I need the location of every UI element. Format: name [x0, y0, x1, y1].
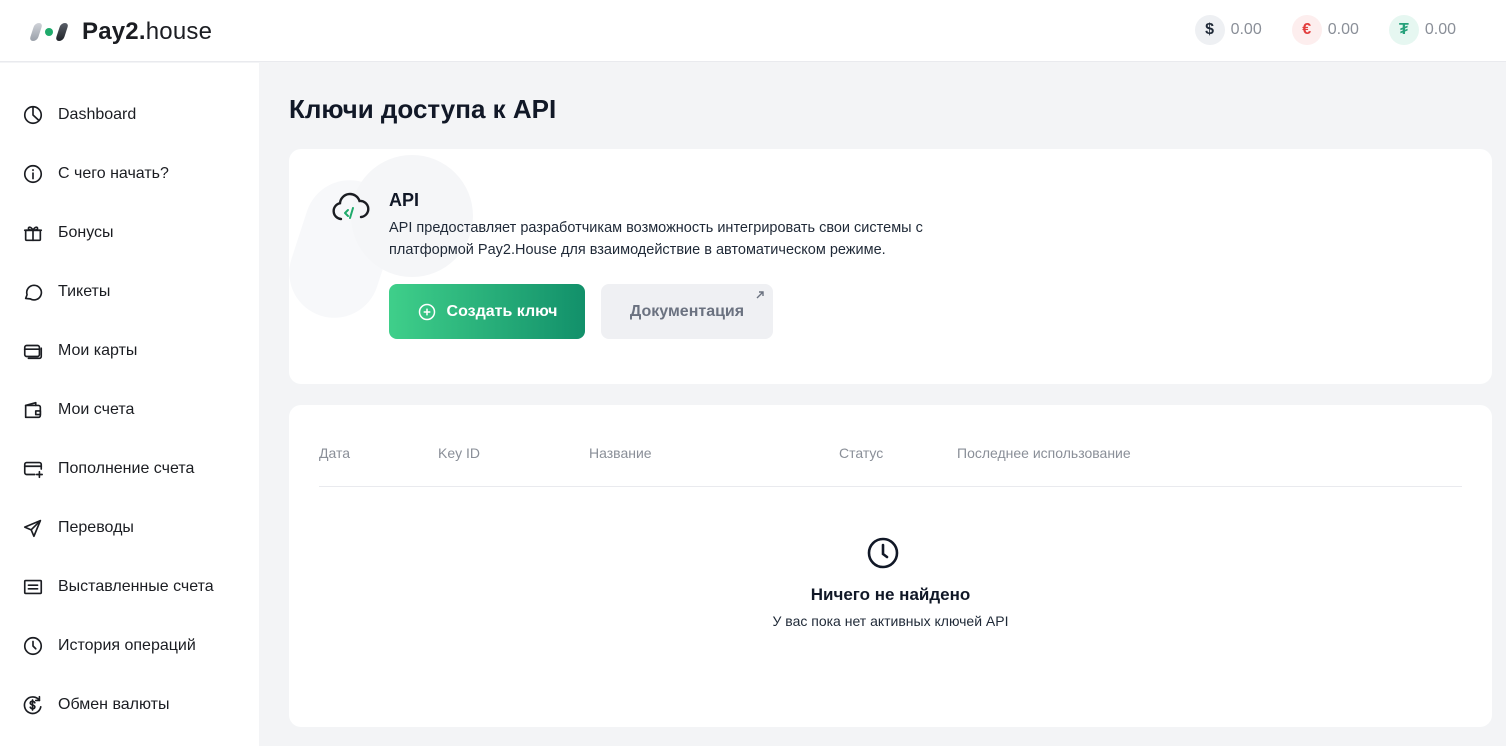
cards-icon — [23, 344, 43, 360]
clock-icon — [867, 537, 899, 569]
info-icon — [23, 164, 43, 184]
create-key-label: Создать ключ — [446, 302, 558, 320]
sidebar-item-label: Мои карты — [58, 342, 138, 359]
sidebar-item-label: Мои счета — [58, 401, 135, 418]
gift-icon — [23, 226, 43, 242]
clock-icon — [23, 636, 43, 656]
sidebar-item-label: Переводы — [58, 519, 134, 536]
balance-usd[interactable]: $ 0.00 — [1194, 15, 1262, 45]
balance-value: 0.00 — [1230, 21, 1262, 38]
page-title: Ключи доступа к API — [289, 94, 557, 124]
api-keys-table: Дата Key ID Название Статус Последнее ис… — [289, 405, 1492, 727]
sidebar-item-label: С чего начать? — [58, 165, 169, 182]
cloud-code-icon — [332, 192, 370, 221]
documentation-button[interactable]: Документация — [601, 284, 773, 339]
logo[interactable]: Pay2.house — [29, 18, 213, 46]
sidebar-item-top-up[interactable]: Пополнение счета — [22, 457, 194, 481]
sidebar-item-dashboard[interactable]: Dashboard — [22, 103, 136, 127]
sidebar-item-my-cards[interactable]: Мои карты — [22, 339, 137, 363]
sidebar-item-label: Пополнение счета — [58, 460, 195, 477]
top-header: Pay2.house $ 0.00 € 0.00 ₮ 0.00 — [0, 0, 1506, 62]
balance-eur[interactable]: € 0.00 — [1291, 15, 1359, 45]
balance-value: 0.00 — [1327, 21, 1359, 38]
sidebar-item-label: Тикеты — [58, 283, 111, 300]
sidebar-item-label: Обмен валюты — [58, 696, 170, 713]
sidebar-item-label: Dashboard — [58, 106, 137, 123]
sidebar-item-label: История операций — [58, 637, 196, 654]
euro-icon: € — [1291, 15, 1322, 45]
external-link-icon — [756, 291, 764, 299]
sidebar-item-invoices[interactable]: Выставленные счета — [22, 575, 214, 599]
tether-icon: ₮ — [1388, 15, 1419, 45]
sidebar-item-history[interactable]: История операций — [22, 634, 196, 658]
api-info-card: API API предоставляет разработчикам возм… — [289, 149, 1492, 384]
api-description: API предоставляет разработчикам возможно… — [389, 220, 923, 258]
sidebar-item-tickets[interactable]: Тикеты — [22, 280, 110, 304]
column-header-last-used[interactable]: Последнее использование — [957, 445, 1131, 461]
sidebar-item-my-accounts[interactable]: Мои счета — [22, 398, 134, 422]
sidebar-item-getting-started[interactable]: С чего начать? — [22, 162, 169, 186]
chat-icon — [24, 284, 43, 301]
column-header-key-id[interactable]: Key ID — [438, 445, 480, 461]
send-icon — [23, 519, 42, 538]
card-add-icon — [23, 461, 43, 479]
dollar-icon: $ — [1194, 15, 1225, 45]
sidebar-item-transfers[interactable]: Переводы — [22, 516, 134, 540]
logo-mark-icon — [29, 19, 70, 45]
column-header-status[interactable]: Статус — [839, 445, 883, 461]
sidebar-item-label: Выставленные счета — [58, 578, 214, 595]
column-header-name[interactable]: Название — [589, 445, 652, 461]
pie-chart-icon — [23, 105, 43, 125]
empty-state-title: Ничего не найдено — [810, 585, 971, 604]
balances: $ 0.00 € 0.00 ₮ 0.00 — [1194, 15, 1456, 45]
create-key-button[interactable]: Создать ключ — [389, 284, 585, 339]
plus-circle-icon — [418, 303, 435, 320]
sidebar: Dashboard С чего начать? Бонусы Тикеты М… — [0, 63, 259, 746]
wallet-icon — [24, 401, 42, 419]
api-title: API — [389, 190, 420, 210]
documentation-label: Документация — [629, 302, 745, 320]
sidebar-item-exchange[interactable]: Обмен валюты — [22, 693, 169, 717]
logo-text: Pay2.house — [82, 18, 213, 45]
balance-usdt[interactable]: ₮ 0.00 — [1388, 15, 1456, 45]
invoice-icon — [23, 579, 43, 595]
empty-state-subtitle: У вас пока нет активных ключей API — [772, 613, 1009, 629]
column-header-date[interactable]: Дата — [319, 445, 350, 461]
sidebar-item-bonuses[interactable]: Бонусы — [22, 221, 114, 245]
header-divider — [319, 486, 1462, 487]
exchange-icon — [23, 695, 42, 715]
sidebar-item-label: Бонусы — [58, 224, 114, 241]
balance-value: 0.00 — [1424, 21, 1456, 38]
